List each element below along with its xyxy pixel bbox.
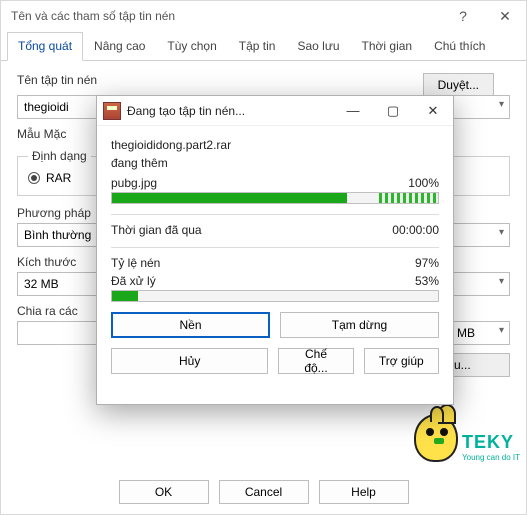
progress-title: Đang tạo tập tin nén... xyxy=(127,104,333,118)
window-title: Tên và các tham số tập tin nén xyxy=(11,9,442,23)
format-rar-label: RAR xyxy=(46,171,71,185)
archive-options-dialog: Tên và các tham số tập tin nén ? ✕ Tổng … xyxy=(0,0,527,515)
progress-archive-name: thegioididong.part2.rar xyxy=(111,136,439,154)
divider xyxy=(111,247,439,248)
titlebar: Tên và các tham số tập tin nén ? ✕ xyxy=(1,1,526,31)
processed-value: 53% xyxy=(415,274,439,288)
help-progress-button[interactable]: Trợ giúp xyxy=(364,348,439,374)
tab-backup[interactable]: Sao lưu xyxy=(286,32,350,61)
cancel-button[interactable]: Cancel xyxy=(219,480,309,504)
tab-comment[interactable]: Chú thích xyxy=(423,32,496,61)
format-legend: Định dạng xyxy=(28,149,91,163)
cancel-progress-button[interactable]: Hủy xyxy=(111,348,268,374)
progress-current-file: pubg.jpg xyxy=(111,176,157,190)
ok-button[interactable]: OK xyxy=(119,480,209,504)
progress-dialog: Đang tạo tập tin nén... — ▢ ✕ thegioidid… xyxy=(96,95,454,405)
progress-current-pct: 100% xyxy=(408,176,439,190)
tabstrip: Tổng quát Nâng cao Tùy chọn Tập tin Sao … xyxy=(1,31,526,61)
rar-icon xyxy=(103,102,121,120)
radio-icon xyxy=(28,172,40,184)
help-button[interactable]: Help xyxy=(319,480,409,504)
logo-tag: Young can do IT xyxy=(462,453,520,462)
progress-bar-total xyxy=(111,290,439,302)
processed-label: Đã xử lý xyxy=(111,274,156,288)
tab-files[interactable]: Tập tin xyxy=(228,32,287,61)
elapsed-label: Thời gian đã qua xyxy=(111,223,202,237)
browse-button[interactable]: Duyệt... xyxy=(423,73,494,97)
close-icon[interactable]: ✕ xyxy=(413,96,453,126)
progress-action: đang thêm xyxy=(111,154,439,172)
maximize-icon[interactable]: ▢ xyxy=(373,96,413,126)
tab-general[interactable]: Tổng quát xyxy=(7,32,83,61)
help-icon[interactable]: ? xyxy=(442,1,484,31)
dialog-footer: OK Cancel Help xyxy=(1,480,526,504)
divider xyxy=(111,214,439,215)
logo-name: TEKY xyxy=(462,432,520,453)
split-unit-select[interactable] xyxy=(450,321,510,345)
tab-time[interactable]: Thời gian xyxy=(351,32,424,61)
progress-bar-file xyxy=(111,192,439,204)
progress-buttons: Nền Tạm dừng Hủy Chế độ... Trợ giúp xyxy=(97,302,453,386)
elapsed-value: 00:00:00 xyxy=(392,223,439,237)
background-button[interactable]: Nền xyxy=(111,312,270,338)
watermark-logo: TEKY Young can do IT xyxy=(414,414,520,462)
progress-titlebar: Đang tạo tập tin nén... — ▢ ✕ xyxy=(97,96,453,126)
tab-options[interactable]: Tùy chọn xyxy=(156,32,227,61)
bird-icon xyxy=(414,414,458,462)
minimize-icon[interactable]: — xyxy=(333,96,373,126)
ratio-label: Tỷ lệ nén xyxy=(111,256,160,270)
close-icon[interactable]: ✕ xyxy=(484,1,526,31)
pause-button[interactable]: Tạm dừng xyxy=(280,312,439,338)
mode-button[interactable]: Chế độ... xyxy=(278,348,353,374)
tab-advanced[interactable]: Nâng cao xyxy=(83,32,156,61)
ratio-value: 97% xyxy=(415,256,439,270)
